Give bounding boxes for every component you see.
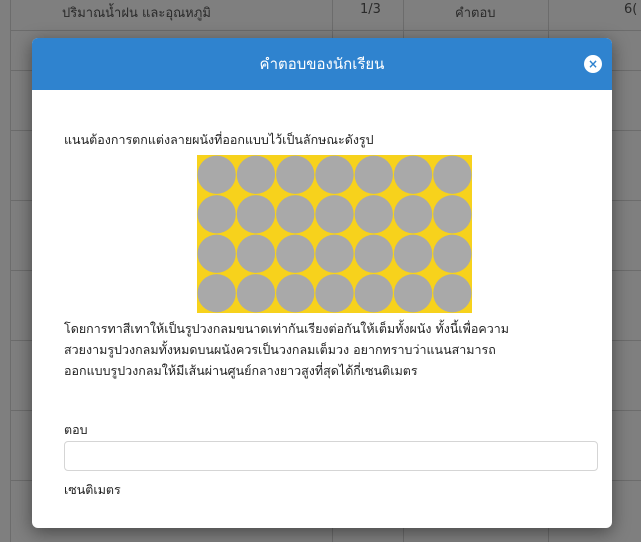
pattern-circle xyxy=(197,234,236,273)
modal-header: คำตอบของนักเรียน × xyxy=(32,38,612,90)
pattern-circle xyxy=(393,195,433,234)
pattern-circle xyxy=(276,155,315,194)
pattern-circle xyxy=(276,274,315,313)
pattern-circle xyxy=(276,195,315,234)
pattern-circle xyxy=(354,155,393,194)
pattern-circle xyxy=(197,274,236,313)
question-line: โดยการทาสีเทาให้เป็นรูปวงกลมขนาดเท่ากันเ… xyxy=(64,321,510,336)
pattern-circle xyxy=(433,274,472,313)
question-body: โดยการทาสีเทาให้เป็นรูปวงกลมขนาดเท่ากันเ… xyxy=(64,318,604,381)
pattern-circle xyxy=(197,195,236,234)
pattern-circle xyxy=(236,195,276,234)
pattern-circle xyxy=(354,274,393,313)
student-answer-modal: คำตอบของนักเรียน × แนนต้องการตกแต่งลายผน… xyxy=(32,38,612,528)
answer-label: ตอบ xyxy=(64,422,88,437)
pattern-circle xyxy=(276,234,315,273)
pattern-circle xyxy=(315,155,354,194)
close-button[interactable]: × xyxy=(584,55,602,73)
pattern-circle xyxy=(354,195,393,234)
pattern-circle xyxy=(236,234,276,273)
pattern-circle xyxy=(433,195,472,234)
pattern-circle xyxy=(393,155,433,194)
modal-title: คำตอบของนักเรียน xyxy=(259,55,385,73)
wall-pattern-figure xyxy=(197,155,472,313)
pattern-circle xyxy=(433,155,472,194)
answer-input[interactable] xyxy=(64,441,598,471)
question-line: สวยงามรูปวงกลมทั้งหมดบนผนังควรเป็นวงกลมเ… xyxy=(64,342,496,357)
pattern-circle xyxy=(433,234,472,273)
pattern-circle xyxy=(315,274,354,313)
pattern-circle xyxy=(315,234,354,273)
unit-label: เซนติเมตร xyxy=(64,482,121,497)
pattern-circle xyxy=(197,155,236,194)
pattern-circle xyxy=(354,234,393,273)
question-intro: แนนต้องการตกแต่งลายผนังที่ออกแบบไว้เป็นล… xyxy=(64,132,374,147)
pattern-circle xyxy=(315,195,354,234)
question-line: ออกแบบรูปวงกลมให้มีเส้นผ่านศูนย์กลางยาวส… xyxy=(64,363,418,378)
pattern-circle xyxy=(393,274,433,313)
pattern-circle xyxy=(393,234,433,273)
pattern-circle xyxy=(236,155,276,194)
pattern-circle xyxy=(236,274,276,313)
close-icon: × xyxy=(587,57,599,71)
